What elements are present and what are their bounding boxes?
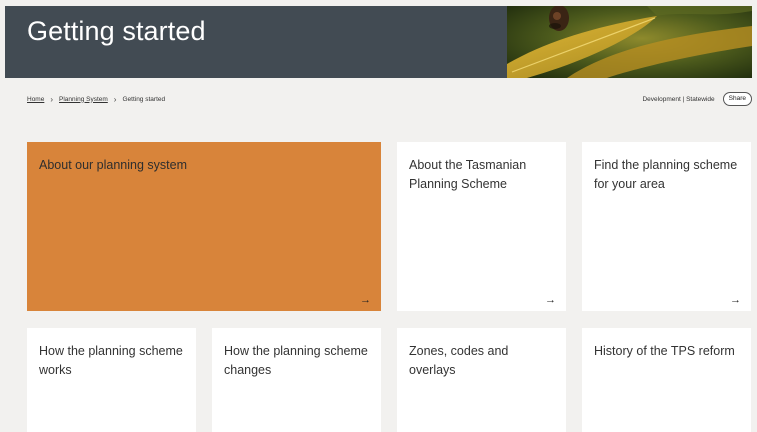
card-about-tasmanian-planning-scheme[interactable]: About the Tasmanian Planning Scheme → (397, 142, 566, 311)
card-title: About the Tasmanian Planning Scheme (409, 158, 527, 191)
arrow-right-icon: → (360, 294, 371, 306)
card-about-planning-system[interactable]: About our planning system → (27, 142, 381, 311)
page-meta: Development | Statewide Share (642, 91, 752, 107)
share-button[interactable]: Share (722, 92, 752, 106)
card-title: History of the TPS reform (594, 344, 735, 358)
breadcrumb-planning-system-link[interactable]: Planning System (59, 96, 108, 103)
card-zones-codes-overlays[interactable]: Zones, codes and overlays (397, 328, 566, 432)
breadcrumb-separator-icon: › (113, 94, 117, 104)
page-title: Getting started (27, 16, 206, 46)
card-how-scheme-works[interactable]: How the planning scheme works (27, 328, 196, 432)
breadcrumb: Home › Planning System › Getting started (27, 92, 165, 106)
card-how-scheme-changes[interactable]: How the planning scheme changes (212, 328, 381, 432)
breadcrumb-home-link[interactable]: Home (27, 96, 44, 103)
card-history-tps-reform[interactable]: History of the TPS reform (582, 328, 751, 432)
card-title: About our planning system (39, 158, 188, 172)
arrow-right-icon: → (730, 294, 741, 306)
card-title: Find the planning scheme for your area (594, 158, 738, 191)
breadcrumb-current: Getting started (122, 95, 166, 103)
hero-image (507, 6, 752, 78)
card-title: Zones, codes and overlays (409, 344, 509, 377)
page-header: Getting started (5, 6, 752, 78)
arrow-right-icon: → (545, 294, 556, 306)
breadcrumb-separator-icon: › (50, 94, 54, 104)
card-find-planning-scheme[interactable]: Find the planning scheme for your area → (582, 142, 751, 311)
page-tags: Development | Statewide (642, 95, 715, 103)
card-title: How the planning scheme works (39, 344, 183, 377)
card-title: How the planning scheme changes (224, 344, 368, 377)
